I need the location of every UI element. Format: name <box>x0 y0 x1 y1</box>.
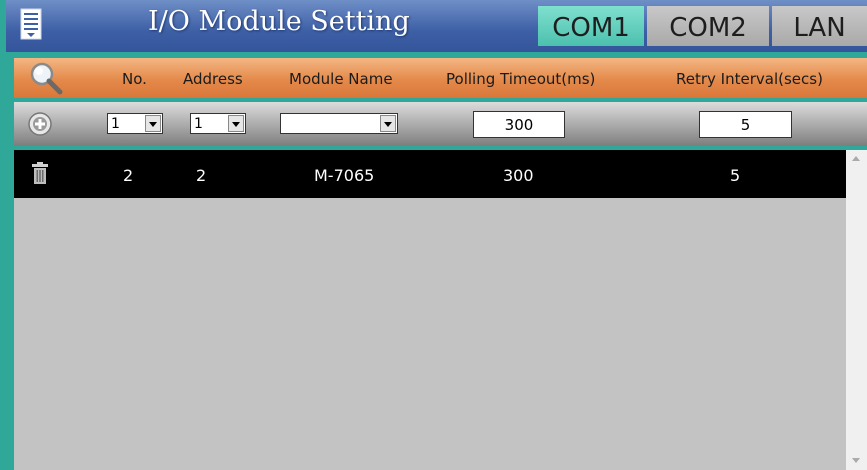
table-row[interactable]: 2 2 M-7065 300 5 <box>14 150 846 198</box>
tab-lan[interactable]: LAN <box>772 6 867 46</box>
no-select[interactable]: 1 <box>107 113 163 134</box>
module-name-select[interactable] <box>280 113 398 134</box>
cell-retry-interval: 5 <box>730 166 741 185</box>
magnifier-icon[interactable] <box>28 60 64 96</box>
tab-com2[interactable]: COM2 <box>647 6 769 46</box>
cell-address: 2 <box>196 166 207 185</box>
vertical-scrollbar[interactable] <box>846 150 867 470</box>
plus-circle-icon[interactable] <box>28 112 52 136</box>
cell-no: 2 <box>123 166 134 185</box>
header-address: Address <box>183 70 243 88</box>
cell-polling-timeout: 300 <box>503 166 534 185</box>
retry-interval-input[interactable]: 5 <box>699 111 792 138</box>
module-table: 2 2 M-7065 300 5 <box>14 150 867 470</box>
list-menu-icon[interactable] <box>20 8 42 40</box>
column-header-row: No. Address Module Name Polling Timeout(… <box>14 58 867 98</box>
header-module-name: Module Name <box>289 70 393 88</box>
scroll-down-icon[interactable] <box>846 452 867 470</box>
chevron-down-icon[interactable] <box>380 115 396 132</box>
scroll-up-icon[interactable] <box>846 150 867 168</box>
header-retry-interval: Retry Interval(secs) <box>676 70 823 88</box>
polling-timeout-input[interactable]: 300 <box>473 111 565 138</box>
chevron-down-icon[interactable] <box>145 115 161 132</box>
trash-icon[interactable] <box>32 162 48 184</box>
address-select-value: 1 <box>194 116 203 132</box>
no-select-value: 1 <box>111 116 120 132</box>
header-polling-timeout: Polling Timeout(ms) <box>446 70 596 88</box>
title-bar: I/O Module Setting COM1 COM2 LAN <box>6 0 867 52</box>
page-title: I/O Module Setting <box>148 6 410 37</box>
address-select[interactable]: 1 <box>190 113 246 134</box>
header-no: No. <box>122 70 147 88</box>
add-module-row: 1 1 300 5 <box>14 102 867 146</box>
app-frame: I/O Module Setting COM1 COM2 LAN No. Add… <box>0 0 867 470</box>
chevron-down-icon[interactable] <box>228 115 244 132</box>
cell-module-name: M-7065 <box>314 166 375 185</box>
tab-com1[interactable]: COM1 <box>538 6 644 46</box>
